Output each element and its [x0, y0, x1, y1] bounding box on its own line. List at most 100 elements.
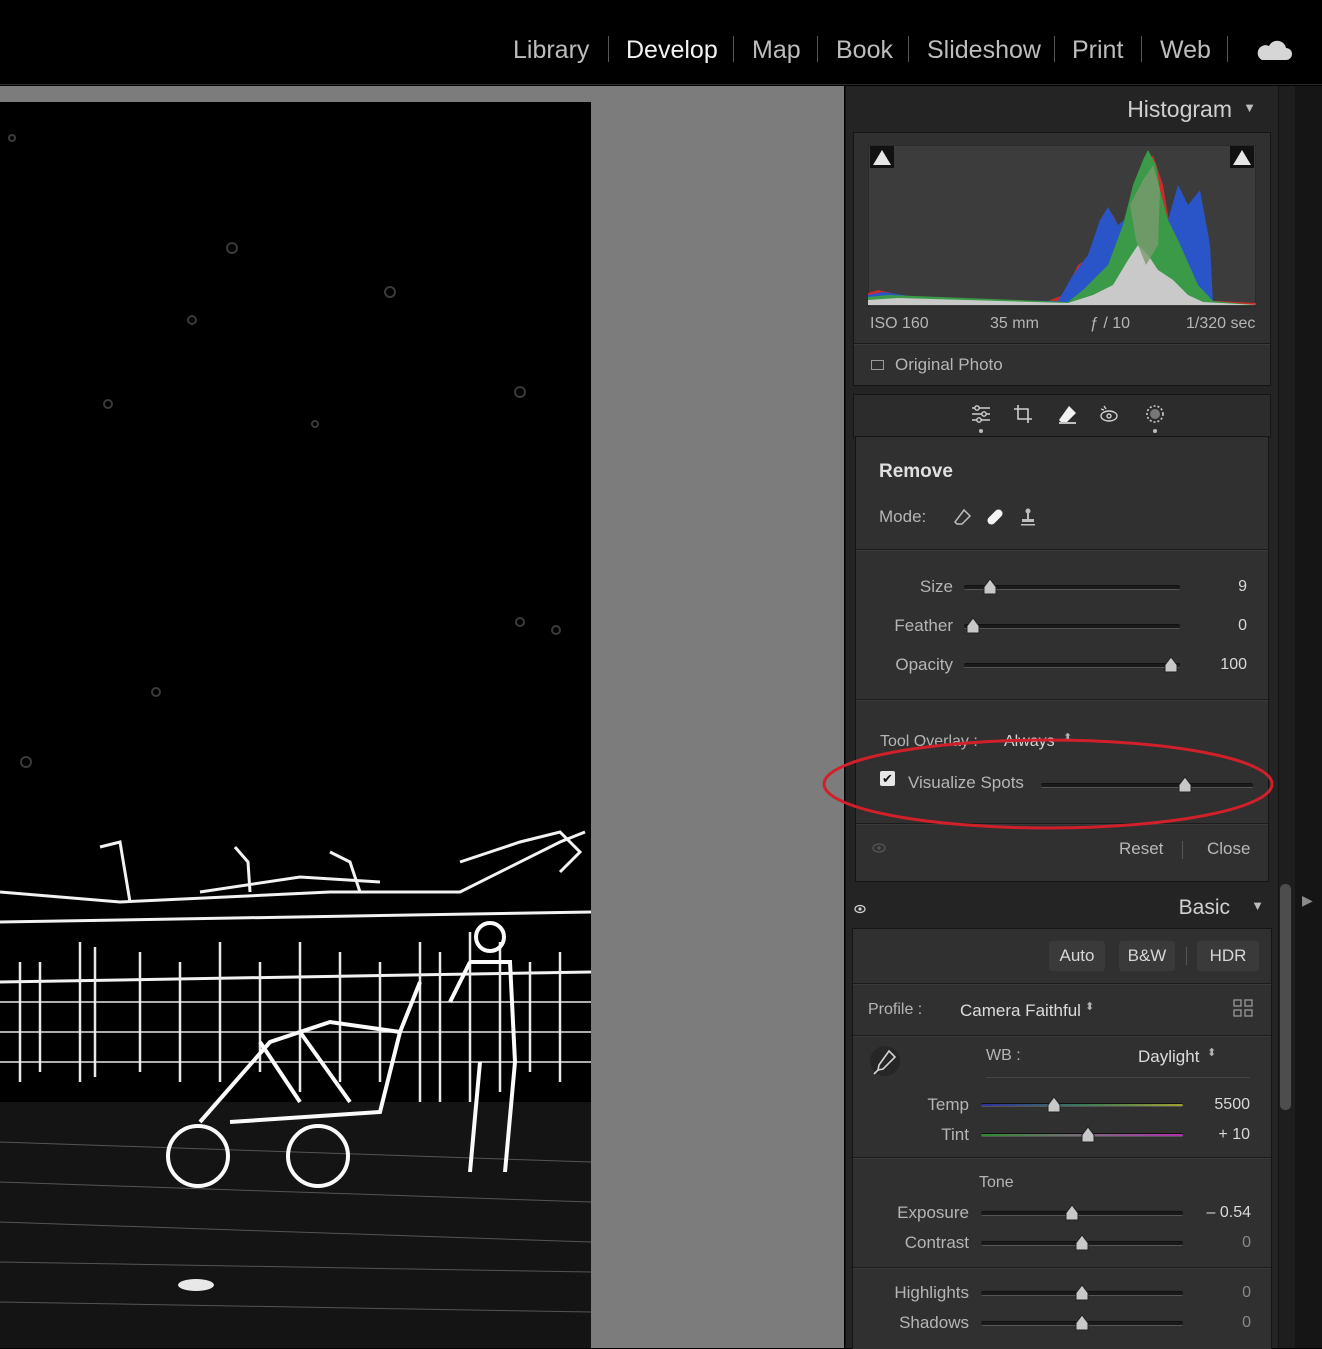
- separator: [1186, 947, 1187, 965]
- module-separator: [908, 36, 909, 62]
- basic-header[interactable]: Basic ▼: [846, 886, 1278, 928]
- wb-label: WB :: [986, 1047, 1021, 1064]
- module-web[interactable]: Web: [1160, 34, 1211, 66]
- original-photo-checkbox[interactable]: [871, 360, 884, 370]
- dropdown-arrows-icon[interactable]: ⬍: [1085, 1000, 1094, 1013]
- divider: [853, 1157, 1271, 1159]
- histogram-header[interactable]: Histogram ▼: [846, 86, 1278, 132]
- module-book[interactable]: Book: [836, 34, 893, 66]
- active-dot: [1153, 429, 1157, 433]
- profile-dropdown[interactable]: Camera Faithful: [960, 1001, 1081, 1021]
- basic-title: Basic: [1178, 896, 1230, 919]
- shadows-label: Shadows: [899, 1313, 969, 1332]
- module-separator: [817, 36, 818, 62]
- mode-label: Mode:: [879, 507, 927, 526]
- iso-readout: ISO 160: [870, 315, 929, 332]
- profile-label: Profile :: [868, 1001, 923, 1018]
- tone-label: Tone: [979, 1174, 1014, 1191]
- shadows-value[interactable]: 0: [1191, 1314, 1251, 1332]
- opacity-slider[interactable]: [964, 663, 1180, 668]
- module-print[interactable]: Print: [1072, 34, 1123, 66]
- profile-browser-grid-icon[interactable]: [1233, 999, 1253, 1017]
- feather-label: Feather: [894, 616, 953, 635]
- reset-button[interactable]: Reset: [1119, 839, 1163, 859]
- red-eye-icon[interactable]: [1098, 403, 1120, 425]
- annotation-ellipse: [822, 738, 1274, 830]
- collapse-triangle-icon[interactable]: ▼: [1251, 898, 1264, 913]
- shutter-speed-readout: 1/320 sec: [1186, 315, 1256, 332]
- shadow-clipping-icon[interactable]: [870, 146, 894, 168]
- close-button[interactable]: Close: [1207, 839, 1250, 859]
- wb-dropdown[interactable]: Daylight: [1138, 1047, 1199, 1067]
- eye-toggle-icon[interactable]: [872, 842, 886, 854]
- module-separator: [608, 36, 609, 62]
- photo-preview[interactable]: [0, 102, 591, 1348]
- feather-value[interactable]: 0: [1187, 617, 1247, 635]
- temp-label: Temp: [927, 1095, 969, 1114]
- basic-panel: Auto B&W HDR Profile : Camera Faithful ⬍…: [852, 928, 1272, 1349]
- active-dot: [979, 429, 983, 433]
- highlights-label: Highlights: [894, 1283, 969, 1302]
- aperture-readout: ƒ / 10: [1090, 315, 1131, 332]
- histogram-title: Histogram: [1127, 96, 1232, 122]
- hdr-button[interactable]: HDR: [1197, 941, 1259, 971]
- tint-label: Tint: [941, 1125, 969, 1144]
- dropdown-arrows-icon[interactable]: ⬍: [1207, 1046, 1216, 1059]
- right-panel: Histogram ▼ ISO 160 35 mm ƒ / 10 1/320 s…: [845, 86, 1278, 1349]
- module-library[interactable]: Library: [513, 34, 589, 66]
- panel-scrollbar-thumb[interactable]: [1280, 884, 1291, 1110]
- masking-icon[interactable]: [1144, 403, 1166, 425]
- opacity-value[interactable]: 100: [1187, 656, 1247, 674]
- separator: [1182, 841, 1183, 859]
- module-separator: [1054, 36, 1055, 62]
- module-develop[interactable]: Develop: [626, 34, 718, 66]
- highlights-value[interactable]: 0: [1191, 1284, 1251, 1302]
- divider: [853, 1267, 1271, 1269]
- contrast-value[interactable]: 0: [1191, 1234, 1251, 1252]
- crop-icon[interactable]: [1012, 403, 1034, 425]
- cloud-icon[interactable]: [1256, 38, 1292, 62]
- divider: [854, 343, 1270, 345]
- divider: [853, 1035, 1271, 1037]
- heal-icon[interactable]: [985, 507, 1005, 527]
- module-map[interactable]: Map: [752, 34, 801, 66]
- divider: [853, 983, 1271, 985]
- histogram-panel: ISO 160 35 mm ƒ / 10 1/320 sec Original …: [853, 132, 1271, 386]
- original-photo-label: Original Photo: [895, 355, 1003, 374]
- tool-strip: [853, 394, 1271, 438]
- right-panel-edge: [1295, 86, 1322, 1348]
- remove-tool-icon[interactable]: [1056, 403, 1078, 425]
- bw-button[interactable]: B&W: [1119, 941, 1175, 971]
- temp-value[interactable]: 5500: [1190, 1096, 1250, 1114]
- size-label: Size: [919, 577, 953, 596]
- eye-toggle-icon[interactable]: [854, 904, 866, 914]
- module-separator: [1141, 36, 1142, 62]
- white-balance-eyedropper-icon[interactable]: [869, 1045, 901, 1077]
- divider: [856, 549, 1268, 551]
- exposure-slider[interactable]: [981, 1211, 1183, 1216]
- temp-slider[interactable]: [981, 1103, 1183, 1107]
- size-value[interactable]: 9: [1187, 578, 1247, 596]
- clone-stamp-icon[interactable]: [1018, 507, 1038, 527]
- highlight-clipping-icon[interactable]: [1230, 146, 1254, 168]
- divider: [856, 699, 1268, 701]
- opacity-label: Opacity: [895, 655, 953, 674]
- tint-value[interactable]: + 10: [1190, 1126, 1250, 1144]
- edit-sliders-icon[interactable]: [970, 403, 992, 425]
- module-slideshow[interactable]: Slideshow: [927, 34, 1041, 66]
- remove-title: Remove: [879, 461, 953, 482]
- content-aware-remove-icon[interactable]: [952, 507, 972, 527]
- visualize-spots-image: [0, 102, 591, 1348]
- divider: [986, 1077, 1250, 1078]
- auto-button[interactable]: Auto: [1049, 941, 1105, 971]
- feather-slider[interactable]: [964, 624, 1180, 629]
- exposure-value[interactable]: – 0.54: [1191, 1204, 1251, 1222]
- collapse-right-panel-icon[interactable]: ▶: [1302, 892, 1313, 909]
- collapse-triangle-icon[interactable]: ▼: [1243, 100, 1256, 115]
- module-separator: [1227, 36, 1228, 62]
- contrast-label: Contrast: [904, 1233, 969, 1252]
- module-separator: [733, 36, 734, 62]
- panel-scrollbar[interactable]: [1278, 86, 1295, 1348]
- focal-length-readout: 35 mm: [990, 315, 1039, 332]
- histogram-graph[interactable]: [868, 145, 1256, 307]
